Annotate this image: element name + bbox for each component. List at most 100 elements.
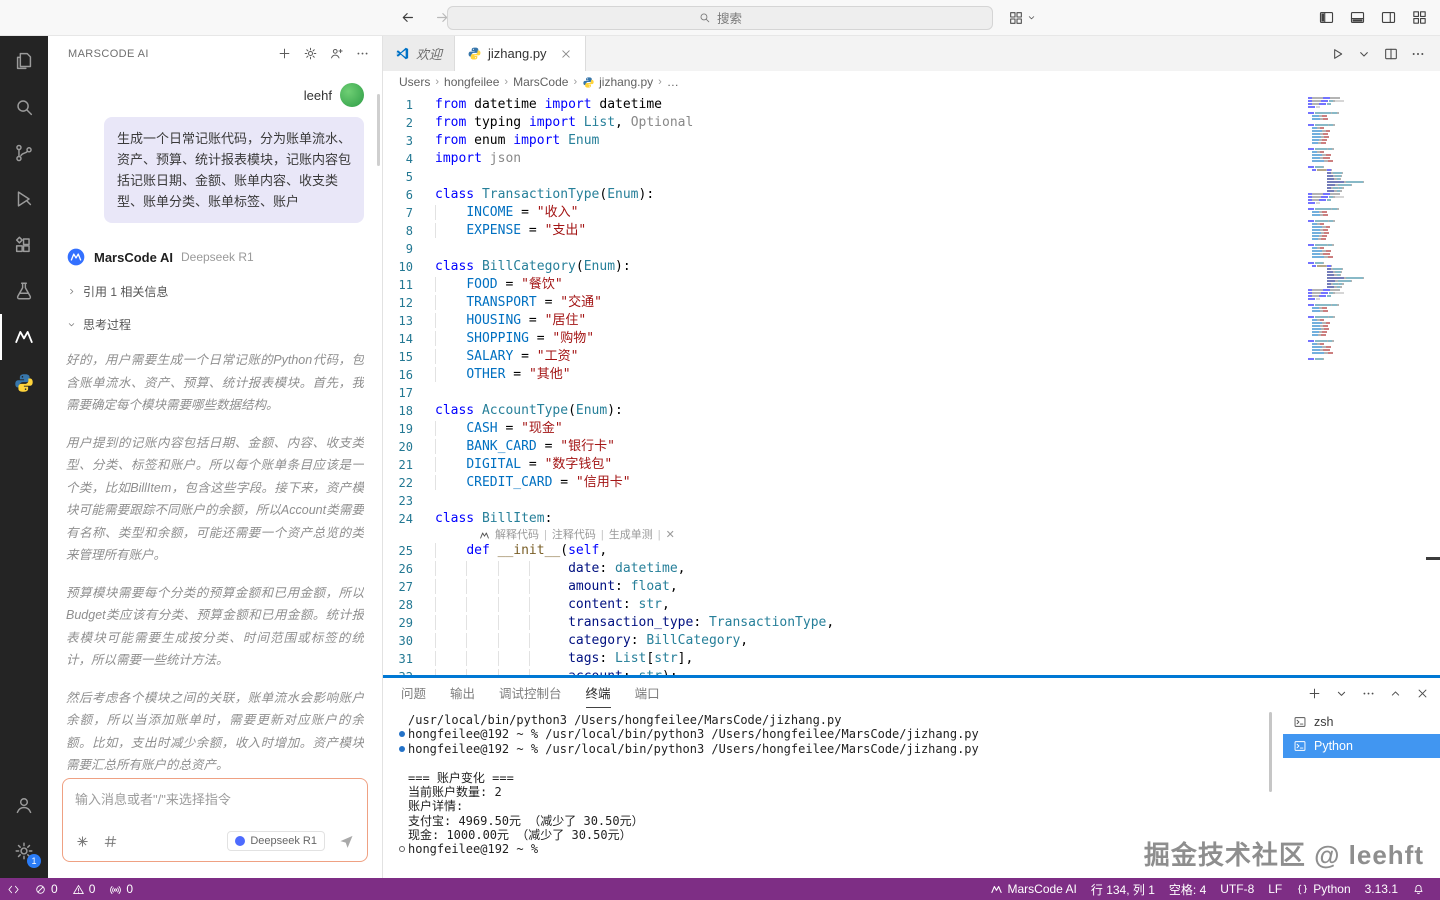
- breadcrumb-item[interactable]: MarsCode: [513, 75, 568, 89]
- breadcrumb-separator: ›: [435, 76, 439, 88]
- notification-badge: 1: [27, 854, 41, 868]
- customize-layout-icon[interactable]: [1411, 9, 1428, 26]
- activity-item-testing[interactable]: [0, 268, 48, 314]
- codelens-close[interactable]: ✕: [666, 528, 675, 542]
- editor[interactable]: 1from datetime import datetime2from typi…: [383, 93, 1440, 675]
- status-eol[interactable]: LF: [1261, 878, 1289, 900]
- context-icon[interactable]: [103, 834, 118, 849]
- line-number: 21: [383, 456, 435, 474]
- more-icon[interactable]: [1361, 686, 1376, 701]
- status-language[interactable]: Python: [1289, 878, 1357, 900]
- breadcrumb-item[interactable]: Users: [399, 75, 430, 89]
- terminal-line: === 账户变化 ===: [395, 770, 1283, 784]
- activity-item-source-control[interactable]: [0, 130, 48, 176]
- codelens-action[interactable]: 生成单测: [609, 528, 653, 542]
- panel-tab-terminal[interactable]: 终端: [586, 678, 611, 708]
- line-number: 2: [383, 114, 435, 132]
- commands-icon[interactable]: [75, 834, 90, 849]
- toggle-panel-icon[interactable]: [1349, 9, 1366, 26]
- terminal-session-python[interactable]: Python: [1283, 734, 1440, 758]
- model-selector[interactable]: Deepseek R1: [227, 831, 325, 851]
- close-icon[interactable]: [559, 47, 573, 61]
- code-line: 4import json: [383, 150, 1308, 168]
- tab-welcome[interactable]: 欢迎: [383, 36, 455, 71]
- sidebar-header: MARSCODE AI: [48, 36, 382, 71]
- send-icon[interactable]: [338, 833, 355, 850]
- back-icon[interactable]: [399, 9, 416, 26]
- codelens-action[interactable]: 解释代码: [495, 528, 539, 542]
- breadcrumb-item[interactable]: jizhang.py: [582, 75, 653, 89]
- thinking-toggle[interactable]: 思考过程: [66, 316, 364, 333]
- activity-item-extensions[interactable]: [0, 222, 48, 268]
- thinking-label: 思考过程: [83, 316, 131, 333]
- breadcrumb-item[interactable]: …: [667, 75, 679, 89]
- scm-icon: [13, 142, 35, 164]
- breadcrumb: Users›hongfeilee›MarsCode›jizhang.py›…: [383, 71, 1440, 93]
- line-number: 29: [383, 614, 435, 632]
- status-marscode[interactable]: MarsCode AI: [983, 878, 1083, 900]
- activity-item-marscode[interactable]: [0, 314, 48, 360]
- search-box[interactable]: 搜索: [447, 6, 993, 30]
- new-terminal-icon[interactable]: [1307, 686, 1322, 701]
- activity-item-search[interactable]: [0, 84, 48, 130]
- marscode-icon: [990, 883, 1003, 896]
- terminal-profiles-icon[interactable]: [1334, 686, 1349, 701]
- toggle-primary-sidebar-icon[interactable]: [1318, 9, 1335, 26]
- remote-icon: [7, 883, 20, 896]
- new-chat-icon[interactable]: [277, 46, 292, 61]
- status-notifications[interactable]: [1405, 878, 1432, 900]
- breadcrumb-item[interactable]: hongfeilee: [444, 75, 499, 89]
- editor-scrollbar[interactable]: [1426, 93, 1440, 675]
- run-options-icon[interactable]: [1356, 46, 1372, 62]
- codelens-action[interactable]: 注释代码: [552, 528, 596, 542]
- more-actions-icon[interactable]: [1410, 46, 1426, 62]
- status-errors[interactable]: 0: [27, 878, 65, 900]
- toggle-secondary-sidebar-icon[interactable]: [1380, 9, 1397, 26]
- chat-input[interactable]: 输入消息或者"/"来选择指令 Deepseek R1: [62, 778, 368, 862]
- code-text: CASH = "现金": [435, 420, 563, 438]
- panel-tab-problems[interactable]: 问题: [401, 678, 426, 708]
- code-line: 23: [383, 492, 1308, 510]
- split-editor-icon[interactable]: [1383, 46, 1399, 62]
- activity-item-settings[interactable]: 1: [0, 828, 48, 874]
- activity-item-python-env[interactable]: [0, 360, 48, 406]
- settings-icon[interactable]: [303, 46, 318, 61]
- sidebar-title: MARSCODE AI: [68, 48, 277, 60]
- line-number: 10: [383, 258, 435, 276]
- panel-tab-debug-console[interactable]: 调试控制台: [499, 678, 562, 708]
- status-text: 3.13.1: [1365, 882, 1398, 896]
- user-message: 生成一个日常记账代码，分为账单流水、资产、预算、统计报表模块，记账内容包括记账日…: [104, 117, 364, 223]
- status-ports[interactable]: 0: [102, 878, 140, 900]
- activity-item-accounts[interactable]: [0, 782, 48, 828]
- status-remote[interactable]: [0, 878, 27, 900]
- layout-presets-button[interactable]: [1008, 10, 1037, 26]
- tab-jizhang[interactable]: jizhang.py: [455, 36, 586, 71]
- status-warnings[interactable]: 0: [65, 878, 103, 900]
- breadcrumb-separator: ›: [573, 76, 577, 88]
- terminal-scrollbar[interactable]: [1269, 712, 1272, 792]
- terminal-output[interactable]: /usr/local/bin/python3 /Users/hongfeilee…: [383, 708, 1283, 878]
- references-toggle[interactable]: 引用 1 相关信息: [66, 283, 364, 300]
- user-avatar: [340, 83, 364, 107]
- sidebar-scrollbar[interactable]: [377, 94, 380, 166]
- status-cursor-position[interactable]: 行 134, 列 1: [1084, 878, 1162, 900]
- share-icon[interactable]: [329, 46, 344, 61]
- panel-tab-ports[interactable]: 端口: [635, 678, 660, 708]
- activity-item-run-debug[interactable]: [0, 176, 48, 222]
- status-encoding[interactable]: UTF-8: [1213, 878, 1261, 900]
- terminal-session-zsh[interactable]: zsh: [1283, 710, 1440, 734]
- breadcrumb-label: hongfeilee: [444, 75, 499, 89]
- status-indentation[interactable]: 空格: 4: [1162, 878, 1213, 900]
- code-line: 5: [383, 168, 1308, 186]
- panel-tab-output[interactable]: 输出: [450, 678, 475, 708]
- code-line: 20 BANK_CARD = "银行卡": [383, 438, 1308, 456]
- run-file-icon[interactable]: [1329, 46, 1345, 62]
- close-icon[interactable]: [1415, 686, 1430, 701]
- panel-actions: [1307, 686, 1430, 701]
- minimap[interactable]: [1308, 93, 1426, 675]
- maximize-icon[interactable]: [1388, 686, 1403, 701]
- activity-item-explorer[interactable]: [0, 38, 48, 84]
- code-text: from enum import Enum: [435, 132, 599, 150]
- more-icon[interactable]: [355, 46, 370, 61]
- status-python-version[interactable]: 3.13.1: [1358, 878, 1405, 900]
